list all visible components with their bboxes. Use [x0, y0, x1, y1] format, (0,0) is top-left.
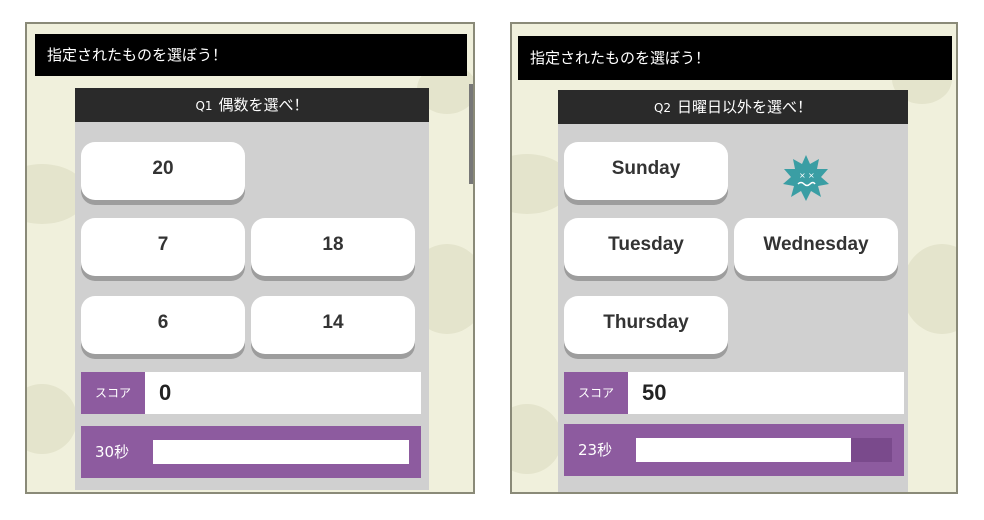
timer-fill	[636, 438, 852, 462]
timer-track	[636, 438, 892, 462]
answer-button[interactable]: 7	[81, 218, 245, 276]
score-value: 0	[159, 380, 172, 405]
answer-button[interactable]: 20	[81, 142, 245, 200]
score-display: スコア 0	[81, 372, 421, 414]
instruction-header: 指定されたものを選ぼう！	[518, 36, 952, 80]
question-number: Q2	[653, 101, 672, 115]
timer-bar: 23秒	[564, 424, 904, 476]
instruction-header: 指定されたものを選ぼう！	[35, 34, 467, 76]
answer-button[interactable]: 18	[251, 218, 415, 276]
question-number: Q1	[195, 99, 213, 113]
quiz-board: Q2 日曜日以外を選べ！ Sunday × × Tuesday Wednesday…	[558, 90, 908, 492]
virus-icon: × ×	[783, 155, 829, 201]
answer-button[interactable]: Wednesday	[734, 218, 898, 276]
score-label: スコア	[564, 372, 628, 414]
score-display: スコア 50	[564, 372, 904, 414]
answer-button[interactable]: 6	[81, 296, 245, 354]
timer-label: 30秒	[95, 443, 130, 461]
background-blob	[902, 244, 956, 334]
svg-text:×: ×	[799, 171, 806, 180]
game-panel-q1: 指定されたものを選ぼう！ Q1 偶数を選べ！ 20 7 18 6 14 スコア 0…	[25, 22, 475, 494]
answer-button[interactable]: Sunday	[564, 142, 728, 200]
game-panel-q2: 指定されたものを選ぼう！ Q2 日曜日以外を選べ！ Sunday × × Tues…	[510, 22, 958, 494]
scrollbar[interactable]	[469, 84, 473, 184]
question-text: 偶数を選べ！	[218, 96, 309, 114]
answer-button[interactable]: Tuesday	[564, 218, 728, 276]
timer-track	[153, 440, 409, 464]
timer-label: 23秒	[578, 441, 613, 459]
timer-fill	[153, 440, 409, 464]
score-label: スコア	[81, 372, 145, 414]
answer-button[interactable]: Thursday	[564, 296, 728, 354]
question-title: Q1 偶数を選べ！	[75, 88, 429, 122]
question-title: Q2 日曜日以外を選べ！	[558, 90, 908, 124]
svg-text:×: ×	[808, 171, 815, 180]
quiz-board: Q1 偶数を選べ！ 20 7 18 6 14 スコア 0 30秒	[75, 88, 429, 490]
timer-bar: 30秒	[81, 426, 421, 478]
score-value: 50	[642, 380, 667, 405]
question-text: 日曜日以外を選べ！	[677, 98, 813, 116]
background-blob	[27, 384, 77, 454]
background-blob	[512, 404, 562, 474]
answer-button[interactable]: 14	[251, 296, 415, 354]
